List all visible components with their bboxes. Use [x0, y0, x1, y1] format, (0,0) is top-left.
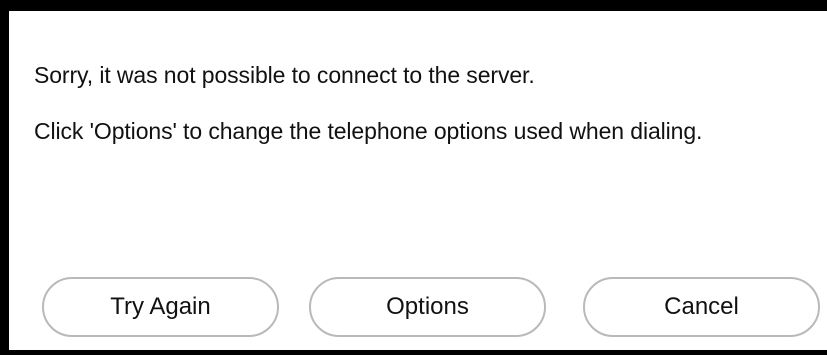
- cancel-button[interactable]: Cancel: [583, 277, 820, 337]
- options-button[interactable]: Options: [309, 277, 546, 337]
- error-message: Sorry, it was not possible to connect to…: [34, 62, 535, 88]
- connection-error-dialog: Sorry, it was not possible to connect to…: [9, 11, 827, 350]
- try-again-button[interactable]: Try Again: [42, 277, 279, 337]
- options-hint-message: Click 'Options' to change the telephone …: [34, 118, 703, 144]
